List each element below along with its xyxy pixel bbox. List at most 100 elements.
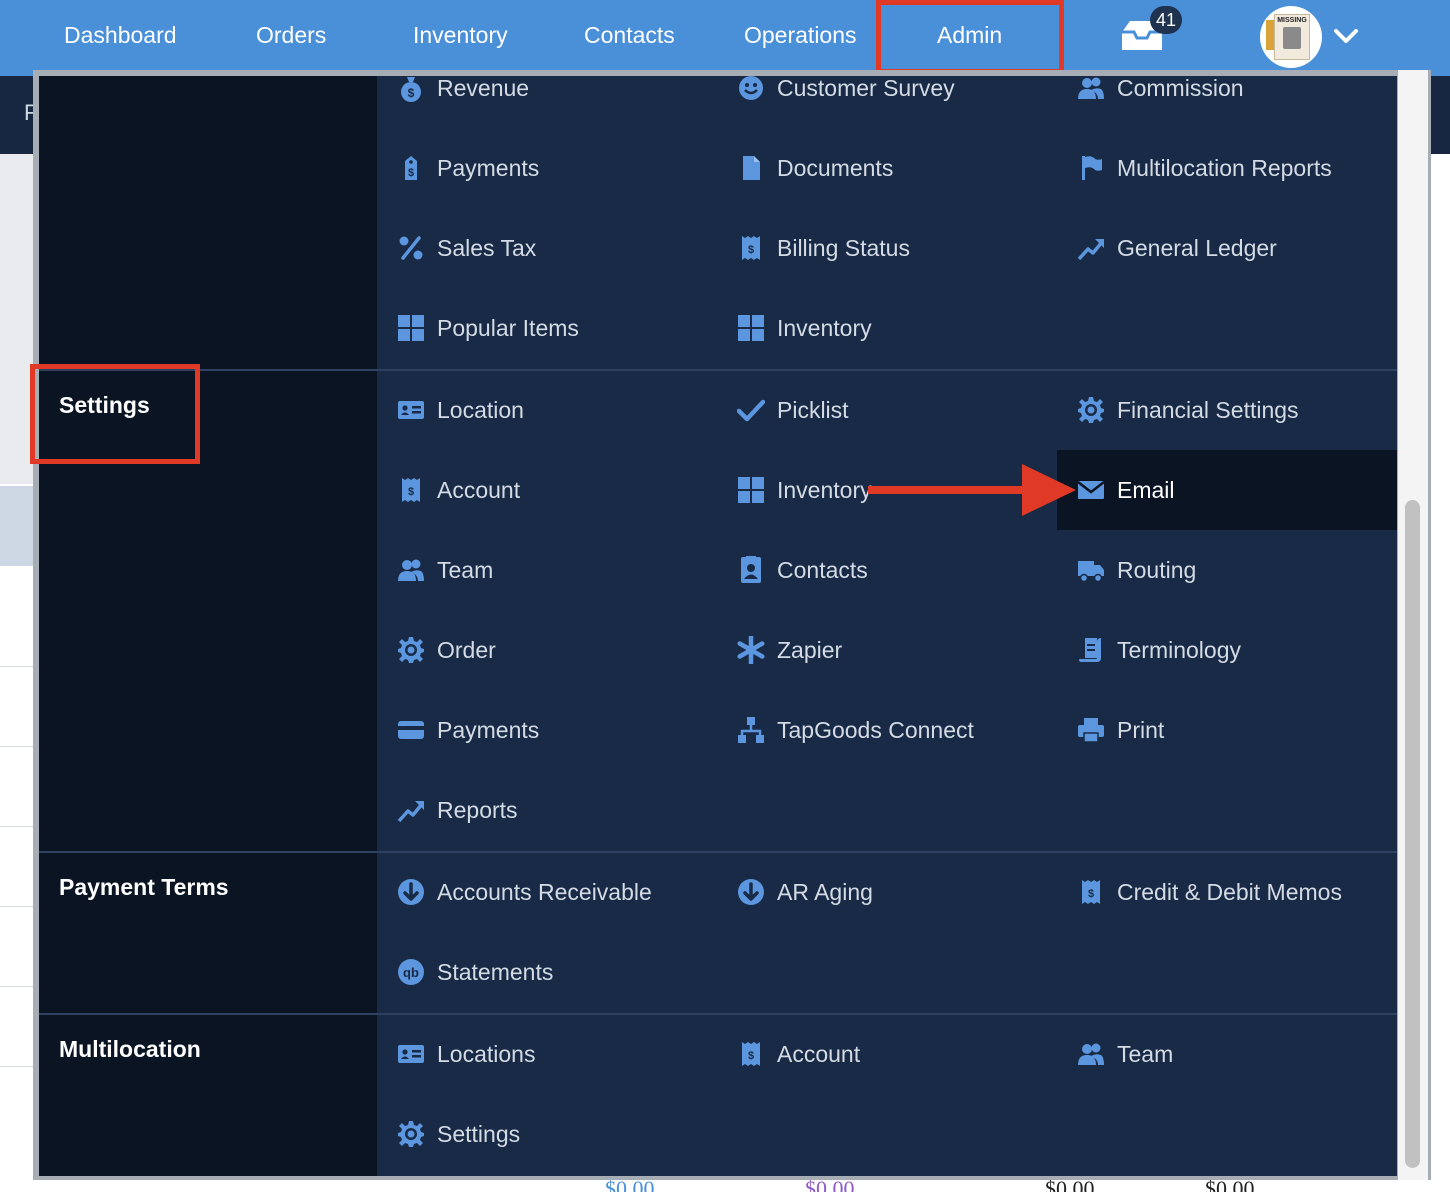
menu-item-general-ledger[interactable]: General Ledger xyxy=(1057,208,1397,288)
menu-item-sales-tax[interactable]: Sales Tax xyxy=(377,208,717,288)
menu-item-label: Statements xyxy=(437,959,554,985)
menu-item-label: Locations xyxy=(437,1041,536,1067)
receipt-icon: $ xyxy=(737,1040,765,1068)
chevron-down-icon[interactable] xyxy=(1332,24,1360,48)
menu-item-label: Popular Items xyxy=(437,315,579,341)
menu-item-label: Account xyxy=(777,1041,861,1067)
background-row-divider xyxy=(0,746,33,747)
menu-item-ar-aging[interactable]: AR Aging xyxy=(717,852,1057,932)
menu-item-label: Picklist xyxy=(777,397,849,423)
menu-item-label: Multilocation Reports xyxy=(1117,155,1332,181)
background-row-divider xyxy=(0,1066,33,1067)
menu-item-email[interactable]: Email xyxy=(1057,450,1397,530)
file-icon xyxy=(737,154,765,182)
section-title-payment-terms: Payment Terms xyxy=(59,874,229,900)
menu-item-print[interactable]: Print xyxy=(1057,690,1397,770)
svg-text:$: $ xyxy=(408,486,414,498)
menu-item-team[interactable]: Team xyxy=(377,530,717,610)
menu-item-label: Zapier xyxy=(777,637,843,663)
svg-text:$: $ xyxy=(408,167,414,179)
menu-item-popular-items[interactable]: Popular Items xyxy=(377,288,717,368)
menu-item-commission[interactable]: Commission xyxy=(1057,48,1397,128)
receipt-icon: $ xyxy=(397,476,425,504)
menu-item-label: Payments xyxy=(437,717,540,743)
menu-item-label: Order xyxy=(437,637,496,663)
grid-icon xyxy=(397,314,425,342)
menu-item-order[interactable]: Order xyxy=(377,610,717,690)
menu-item-label: Financial Settings xyxy=(1117,397,1299,423)
menu-item-terminology[interactable]: Terminology xyxy=(1057,610,1397,690)
menu-item-label: Contacts xyxy=(777,557,868,583)
menu-item-label: Email xyxy=(1117,477,1175,503)
menu-item-multilocation-reports[interactable]: Multilocation Reports xyxy=(1057,128,1397,208)
pointer-arrow-icon xyxy=(868,464,1076,516)
nav-dashboard[interactable]: Dashboard xyxy=(64,0,177,70)
grid-icon xyxy=(737,314,765,342)
menu-item-reports[interactable]: Reports xyxy=(377,770,717,850)
menu-item-label: Documents xyxy=(777,155,894,181)
menu-item-statements[interactable]: qb Statements xyxy=(377,932,717,1012)
menu-item-customer-survey[interactable]: Customer Survey xyxy=(717,48,1057,128)
envelope-icon xyxy=(1077,476,1105,504)
gear-icon xyxy=(397,1120,425,1148)
section-title-multilocation: Multilocation xyxy=(59,1036,201,1062)
menu-item-team[interactable]: Team xyxy=(1057,1014,1397,1094)
menu-item-label: General Ledger xyxy=(1117,235,1277,261)
menu-item-routing[interactable]: Routing xyxy=(1057,530,1397,610)
arrow-circle-down-icon xyxy=(397,878,425,906)
avatar-photo xyxy=(1283,27,1301,49)
menu-item-zapier[interactable]: Zapier xyxy=(717,610,1057,690)
menu-item-label: Payments xyxy=(437,155,540,181)
smile-icon xyxy=(737,74,765,102)
nav-orders[interactable]: Orders xyxy=(256,0,326,70)
menu-item-account[interactable]: $ Account xyxy=(717,1014,1057,1094)
svg-text:$: $ xyxy=(1088,888,1094,900)
receipt-icon: $ xyxy=(1077,878,1105,906)
menu-item-picklist[interactable]: Picklist xyxy=(717,370,1057,450)
network-icon xyxy=(737,716,765,744)
asterisk-icon xyxy=(737,634,765,666)
menu-item-label: Credit & Debit Memos xyxy=(1117,879,1342,905)
trend-up-icon xyxy=(1077,234,1105,262)
background-panel xyxy=(0,154,33,484)
menu-item-payments[interactable]: Payments xyxy=(377,690,717,770)
section-label-column xyxy=(39,76,377,370)
menu-item-label: TapGoods Connect xyxy=(777,717,974,743)
menu-item-label: Routing xyxy=(1117,557,1197,583)
menu-item-inventory[interactable]: Inventory xyxy=(717,288,1057,368)
gear-icon xyxy=(1077,396,1105,424)
menu-item-location[interactable]: Location xyxy=(377,370,717,450)
menu-item-label: Customer Survey xyxy=(777,75,955,101)
menu-item-revenue[interactable]: $ Revenue xyxy=(377,48,717,128)
percent-icon xyxy=(397,234,425,262)
menu-item-contacts[interactable]: Contacts xyxy=(717,530,1057,610)
document-icon xyxy=(1077,636,1105,664)
settings-highlight-box xyxy=(30,364,200,464)
menu-item-accounts-receivable[interactable]: Accounts Receivable xyxy=(377,852,717,932)
menu-item-locations[interactable]: Locations xyxy=(377,1014,717,1094)
receipt-icon: $ xyxy=(737,234,765,262)
users-icon xyxy=(1077,74,1105,102)
id-card-icon xyxy=(397,1040,425,1068)
avatar-poster-text: MISSING xyxy=(1277,17,1307,24)
menu-item-billing-status[interactable]: $ Billing Status xyxy=(717,208,1057,288)
menu-item-label: Inventory xyxy=(777,315,872,341)
money-tag-icon: $ xyxy=(397,154,425,182)
scrollbar-thumb[interactable] xyxy=(1405,500,1420,1168)
menu-item-credit-debit-memos[interactable]: $ Credit & Debit Memos xyxy=(1057,852,1397,932)
background-row-divider xyxy=(0,986,33,987)
menu-item-account[interactable]: $ Account xyxy=(377,450,717,530)
menu-item-label: Reports xyxy=(437,797,518,823)
menu-item-tapgoods-connect[interactable]: TapGoods Connect xyxy=(717,690,1057,770)
menu-item-payments[interactable]: $ Payments xyxy=(377,128,717,208)
menu-item-label: Inventory xyxy=(777,477,872,503)
menu-item-financial-settings[interactable]: Financial Settings xyxy=(1057,370,1397,450)
menu-item-settings[interactable]: Settings xyxy=(377,1094,717,1174)
id-card-icon xyxy=(397,396,425,424)
menu-item-documents[interactable]: Documents xyxy=(717,128,1057,208)
menu-item-label: Accounts Receivable xyxy=(437,879,652,905)
avatar-poster-edge xyxy=(1266,20,1274,50)
menu-item-label: Terminology xyxy=(1117,637,1241,663)
background-row-divider xyxy=(0,906,33,907)
quickbooks-icon: qb xyxy=(397,958,425,986)
